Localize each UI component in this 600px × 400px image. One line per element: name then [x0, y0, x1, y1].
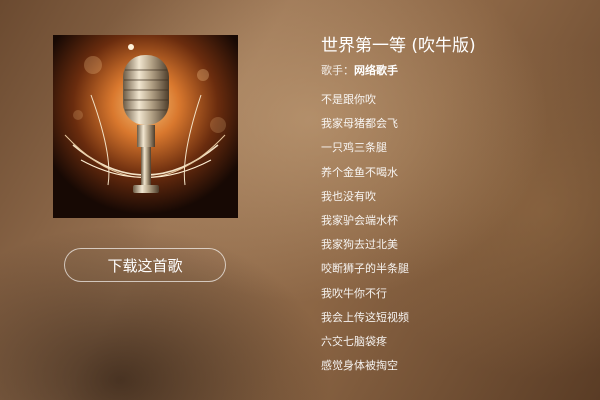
- singer-label: 歌手：: [321, 64, 354, 77]
- lyric-line: 我家驴会端水杯: [321, 213, 398, 227]
- singer-info: 歌手：网络歌手: [321, 62, 398, 78]
- album-cover: [53, 35, 238, 218]
- lyrics-list: 不是跟你吹 我家母猪都会飞 一只鸡三条腿 养个金鱼不喝水 我也没有吹 我家驴会端…: [321, 92, 409, 382]
- lyric-line: 我也没有吹: [321, 189, 376, 203]
- lyric-line: 六交七脑袋疼: [321, 334, 387, 348]
- singer-name[interactable]: 网络歌手: [354, 64, 398, 77]
- lyric-line: 感觉身体被掏空: [321, 359, 398, 373]
- lyric-line: 我家狗去过北美: [321, 238, 398, 252]
- download-song-button[interactable]: 下载这首歌: [64, 248, 226, 282]
- lyric-line: 养个金鱼不喝水: [321, 165, 398, 179]
- lyric-line: 我家母猪都会飞: [321, 117, 398, 131]
- song-title: 世界第一等 (吹牛版): [321, 36, 476, 56]
- microphone-icon: [53, 35, 238, 218]
- lyric-line: 咬断狮子的半条腿: [321, 262, 409, 276]
- lyric-line: 一只鸡三条腿: [321, 141, 387, 155]
- lyric-line: 我会上传这短视频: [321, 310, 409, 324]
- lyric-line: 我吹牛你不行: [321, 286, 387, 300]
- lyric-line: 不是跟你吹: [321, 93, 376, 106]
